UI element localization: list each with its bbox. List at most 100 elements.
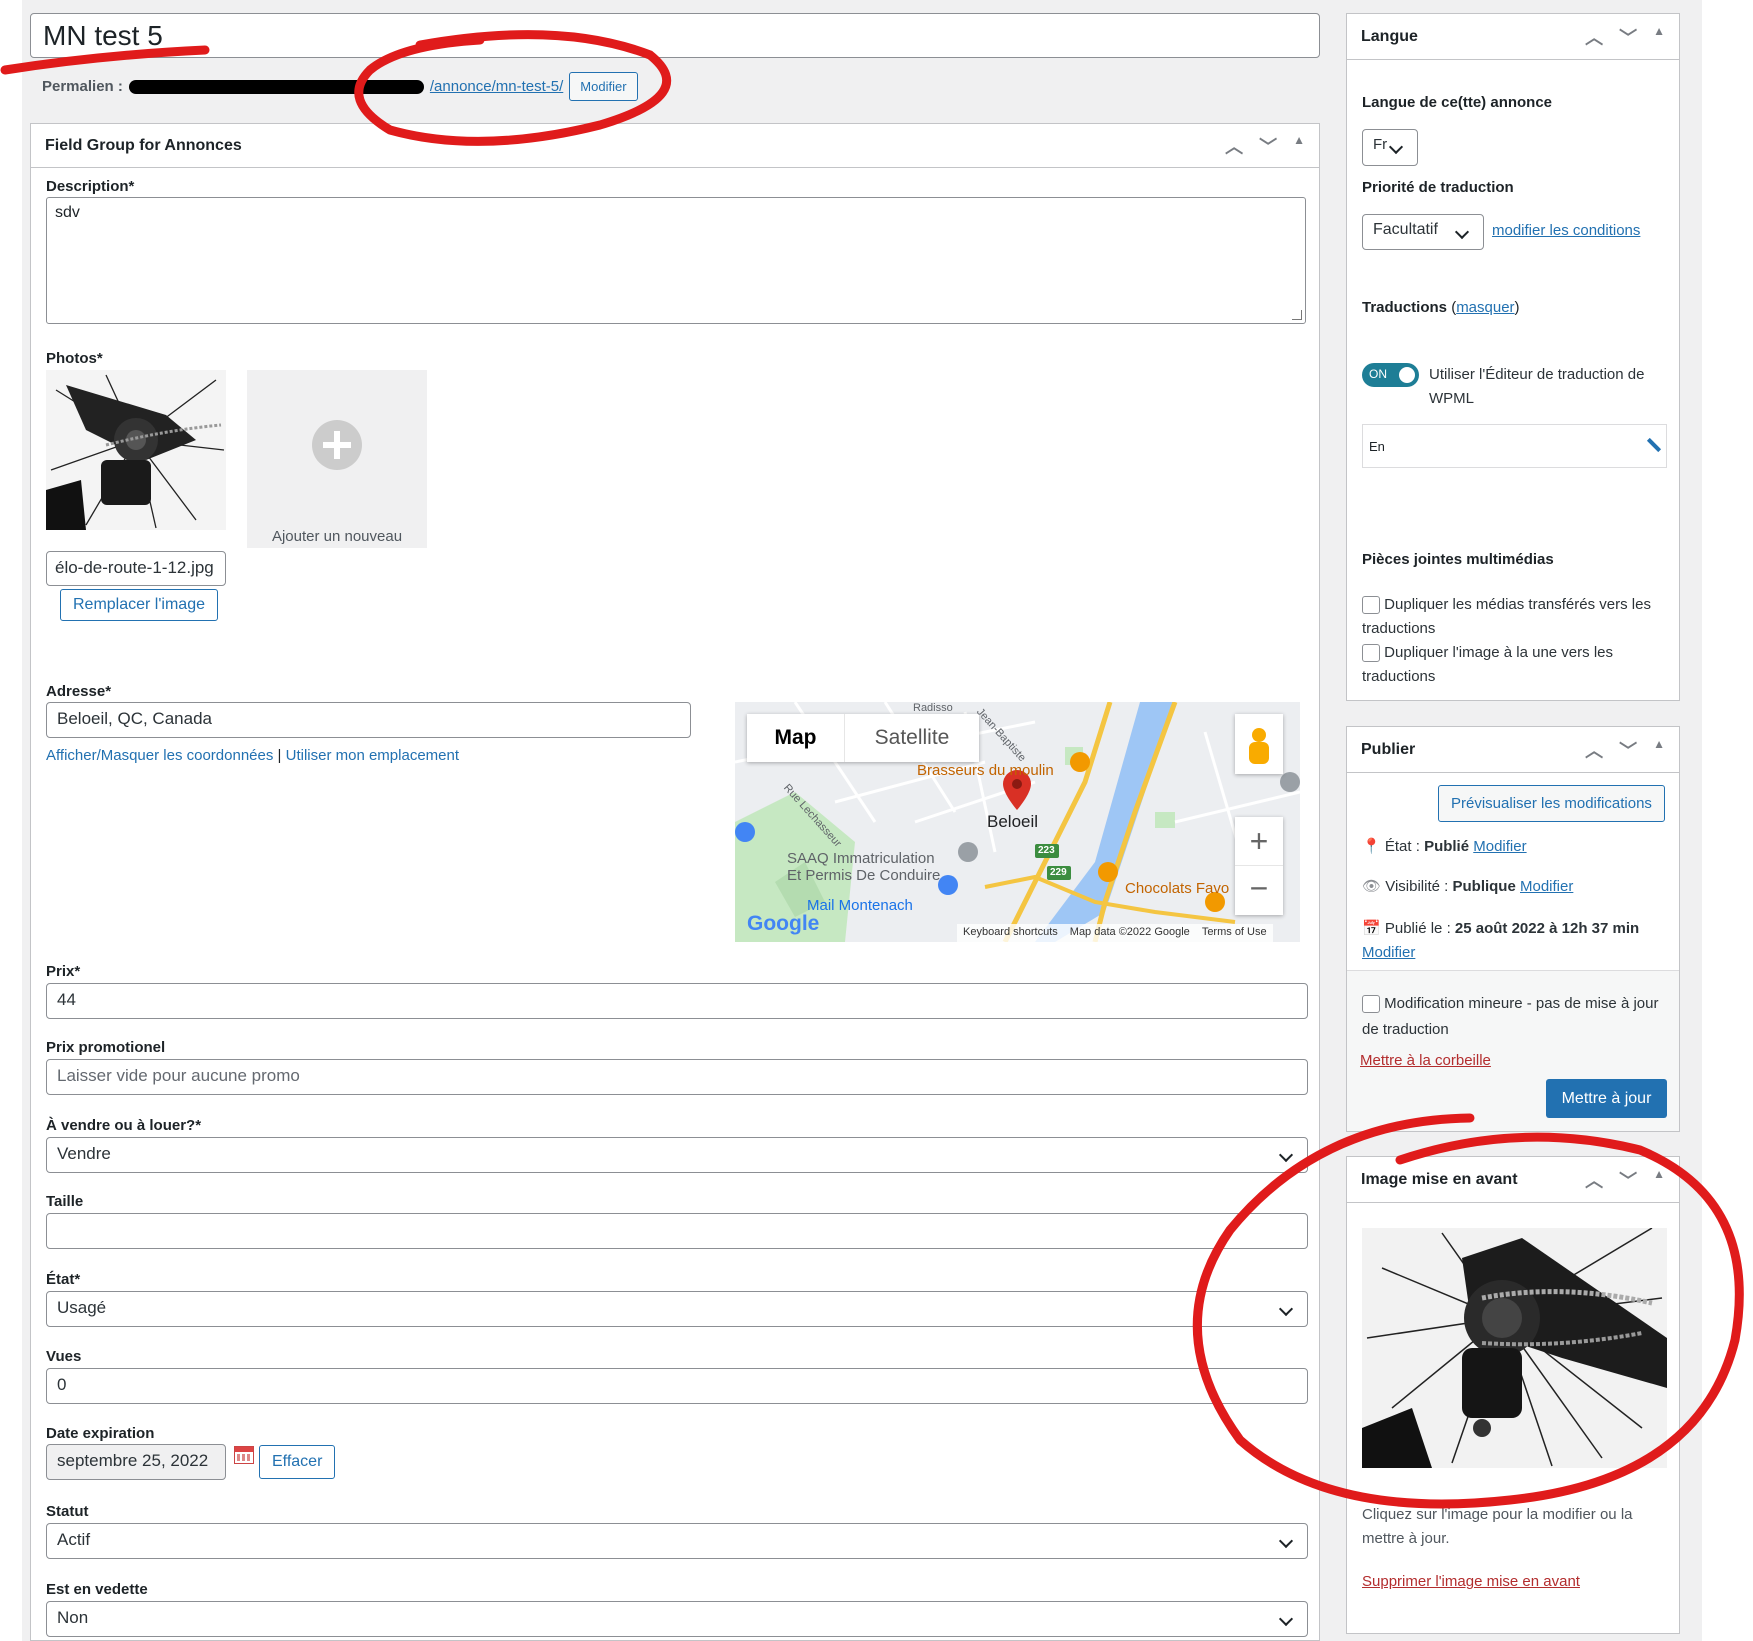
dup-featured-label: Dupliquer l'image à la une vers les trad… xyxy=(1362,644,1613,685)
dup-featured-checkbox[interactable] xyxy=(1362,644,1380,663)
google-logo: Google xyxy=(747,912,820,935)
state-select-value: Usagé xyxy=(57,1298,107,1317)
promo-label: Prix promotionel xyxy=(46,1039,166,1056)
expiry-input[interactable]: septembre 25, 2022 xyxy=(46,1444,226,1480)
photo-filename-input[interactable]: élo-de-route-1-12.jpg xyxy=(46,551,226,586)
zoom-out-icon[interactable]: − xyxy=(1235,866,1283,915)
move-up-icon[interactable]: ︿ xyxy=(1585,24,1603,50)
sale-select[interactable]: Vendre xyxy=(46,1137,1308,1173)
size-label: Taille xyxy=(46,1193,84,1210)
featured-image-help: Cliquez sur l'image pour la modifier ou … xyxy=(1362,1506,1633,1547)
pin-icon: 📍 xyxy=(1362,838,1381,855)
priority-select[interactable]: Facultatif xyxy=(1362,214,1484,250)
eye-icon: 👁 xyxy=(1362,878,1382,895)
published-value: 25 août 2022 à 12h 37 min xyxy=(1454,920,1640,937)
priority-label: Priorité de traduction xyxy=(1362,179,1514,196)
collapse-icon[interactable]: ▲ xyxy=(1293,133,1305,159)
terms-link[interactable]: Terms of Use xyxy=(1202,926,1267,940)
trash-link[interactable]: Mettre à la corbeille xyxy=(1360,1052,1491,1069)
dup-media-row: Dupliquer les médias transférés vers les… xyxy=(1362,593,1672,641)
photos-label: Photos* xyxy=(46,350,103,367)
views-input[interactable]: 0 xyxy=(46,1368,1308,1404)
publish-header: Publier ︿ ﹀ ▲ xyxy=(1347,727,1679,773)
published-row: 📅 Publié le : 25 août 2022 à 12h 37 min … xyxy=(1362,917,1672,965)
state-value-pub: Publié xyxy=(1424,838,1470,855)
featured-select[interactable]: Non xyxy=(46,1601,1308,1637)
replace-image-button[interactable]: Remplacer l'image xyxy=(60,589,218,621)
priority-select-value: Facultatif xyxy=(1373,221,1438,238)
field-group-title: Field Group for Annonces xyxy=(45,136,242,154)
move-down-icon[interactable]: ﹀ xyxy=(1619,737,1637,763)
published-modify-link[interactable]: Modifier xyxy=(1362,944,1415,961)
photo-thumbnail[interactable] xyxy=(46,370,226,530)
translation-lang-row: En xyxy=(1362,424,1667,468)
visibility-value: Publique xyxy=(1452,878,1516,895)
permalink-link[interactable]: /annonce/mn-test-5/ xyxy=(430,78,563,95)
use-location-link[interactable]: Utiliser mon emplacement xyxy=(286,747,459,764)
tab-satellite[interactable]: Satellite xyxy=(845,714,979,762)
address-input[interactable]: Beloeil, QC, Canada xyxy=(46,702,691,738)
wpml-editor-toggle[interactable]: ON xyxy=(1362,363,1419,387)
move-up-icon[interactable]: ︿ xyxy=(1585,737,1603,763)
description-textarea[interactable]: sdv xyxy=(46,197,1306,324)
status-label: Statut xyxy=(46,1503,89,1520)
add-plus-icon xyxy=(312,420,362,470)
add-photo-tile[interactable]: Ajouter un nouveau xyxy=(247,370,427,548)
promo-input[interactable]: Laisser vide pour aucune promo xyxy=(46,1059,1308,1095)
dup-media-label: Dupliquer les médias transférés vers les… xyxy=(1362,596,1651,637)
road-shield-229: 229 xyxy=(1050,867,1067,878)
lang-select-value: Fr xyxy=(1373,136,1388,153)
toggle-coordinates-link[interactable]: Afficher/Masquer les coordonnées xyxy=(46,747,273,764)
sale-select-value: Vendre xyxy=(57,1144,111,1163)
move-up-icon[interactable]: ︿ xyxy=(1585,1167,1603,1193)
update-button[interactable]: Mettre à jour xyxy=(1546,1079,1667,1118)
translations-row: Traductions (masquer) xyxy=(1362,299,1520,316)
clear-date-button[interactable]: Effacer xyxy=(259,1445,336,1479)
collapse-icon[interactable]: ▲ xyxy=(1653,737,1665,763)
street-view-pegman-icon[interactable] xyxy=(1235,714,1283,774)
views-label: Vues xyxy=(46,1348,82,1365)
post-title-input[interactable]: MN test 5 xyxy=(30,13,1320,58)
calendar-icon[interactable] xyxy=(234,1446,254,1464)
collapse-icon[interactable]: ▲ xyxy=(1653,24,1665,50)
zoom-controls: + − xyxy=(1235,817,1283,915)
status-select[interactable]: Actif xyxy=(46,1523,1308,1559)
published-label: Publié le : xyxy=(1384,920,1451,937)
map-label-saaq: SAAQ Immatriculation Et Permis De Condui… xyxy=(787,850,940,884)
keyboard-shortcuts-link[interactable]: Keyboard shortcuts xyxy=(963,926,1058,940)
expiry-label: Date expiration xyxy=(46,1425,155,1442)
hide-link[interactable]: masquer xyxy=(1456,299,1514,316)
state-label: État* xyxy=(46,1271,81,1288)
lang-select[interactable]: Fr xyxy=(1362,129,1418,166)
minor-edit-checkbox[interactable] xyxy=(1362,995,1380,1014)
featured-image-preview[interactable] xyxy=(1362,1228,1667,1468)
translations-label: Traductions xyxy=(1362,299,1448,316)
permalink-edit-button[interactable]: Modifier xyxy=(569,72,638,101)
map-label-saaq-2: Et Permis De Conduire xyxy=(787,867,941,884)
visibility-modify-link[interactable]: Modifier xyxy=(1520,878,1573,895)
remove-featured-link[interactable]: Supprimer l'image mise en avant xyxy=(1362,1573,1580,1590)
map-street-3: Radisso xyxy=(913,702,953,714)
add-new-label: Ajouter un nouveau xyxy=(271,528,403,545)
dup-media-checkbox[interactable] xyxy=(1362,596,1380,615)
zoom-in-icon[interactable]: + xyxy=(1235,817,1283,866)
visibility-label: Visibilité : xyxy=(1385,878,1449,895)
state-select[interactable]: Usagé xyxy=(46,1291,1308,1327)
map-label-brasseurs: Brasseurs du moulin xyxy=(917,762,1054,779)
modify-conditions-link[interactable]: modifier les conditions xyxy=(1492,222,1640,239)
price-input[interactable]: 44 xyxy=(46,983,1308,1019)
tab-map[interactable]: Map xyxy=(747,714,845,762)
size-input[interactable] xyxy=(46,1213,1308,1249)
state-modify-link[interactable]: Modifier xyxy=(1473,838,1526,855)
resize-handle-icon[interactable] xyxy=(1292,310,1302,320)
lang-label: Langue de ce(tte) annonce xyxy=(1362,94,1553,111)
preview-button[interactable]: Prévisualiser les modifications xyxy=(1438,785,1665,822)
map-data-text: Map data ©2022 Google xyxy=(1069,926,1190,938)
move-down-icon[interactable]: ﹀ xyxy=(1619,24,1637,50)
map-widget[interactable]: Map Satellite Brasseurs du moulin Beloei… xyxy=(735,702,1300,942)
move-down-icon[interactable]: ﹀ xyxy=(1619,1167,1637,1193)
move-down-icon[interactable]: ﹀ xyxy=(1259,133,1277,159)
edit-pencil-icon[interactable] xyxy=(1646,437,1662,453)
collapse-icon[interactable]: ▲ xyxy=(1653,1167,1665,1193)
move-up-icon[interactable]: ︿ xyxy=(1225,133,1243,159)
